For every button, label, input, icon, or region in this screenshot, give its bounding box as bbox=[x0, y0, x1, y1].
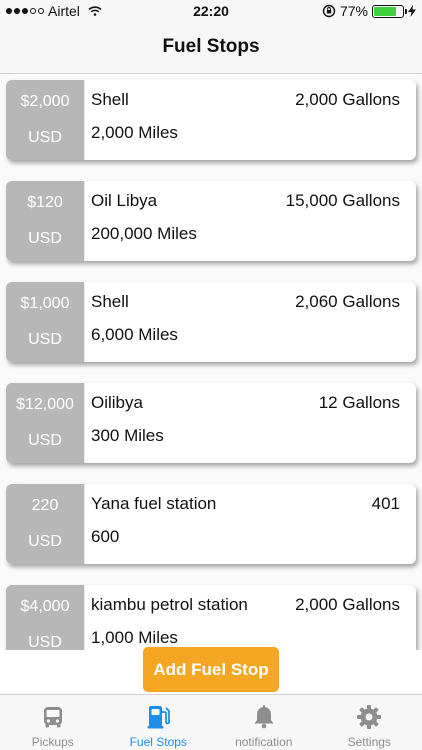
currency: USD bbox=[28, 432, 62, 449]
station-name: Shell bbox=[91, 90, 129, 109]
price: 220 bbox=[31, 497, 59, 514]
gallons: 2,060 Gallons bbox=[295, 292, 400, 311]
fuel-stop-card[interactable]: $12,000 USD Oilibya 12 Gallons 300 Miles bbox=[6, 383, 416, 463]
miles: 600 bbox=[91, 527, 120, 546]
gallons: 401 bbox=[371, 494, 400, 513]
gallons: 12 Gallons bbox=[318, 393, 400, 412]
battery-level bbox=[374, 6, 396, 16]
bell-icon bbox=[254, 705, 274, 729]
battery-icon bbox=[372, 4, 407, 18]
station-name: Shell bbox=[91, 292, 129, 311]
fuel-stop-card[interactable]: $4,000 USD kiambu petrol station 2,000 G… bbox=[6, 585, 416, 650]
rotation-lock-icon bbox=[322, 4, 336, 18]
price-box: 220 USD bbox=[6, 484, 84, 564]
fuel-stop-info: Shell 2,000 Gallons 2,000 Miles bbox=[84, 80, 416, 160]
station-name: kiambu petrol station bbox=[91, 595, 248, 614]
currency: USD bbox=[28, 331, 62, 348]
navigation-bar: Fuel Stops bbox=[0, 22, 422, 74]
gallons: 15,000 Gallons bbox=[285, 191, 400, 210]
price: $2,000 bbox=[20, 93, 70, 110]
station-name: Yana fuel station bbox=[91, 494, 217, 513]
miles: 6,000 Miles bbox=[91, 325, 178, 344]
tab-label: notification bbox=[235, 735, 293, 749]
battery-percent: 77% bbox=[339, 3, 368, 19]
fuel-stops-list[interactable]: $2,000 USD Shell 2,000 Gallons 2,000 Mil… bbox=[0, 75, 422, 650]
tab-settings[interactable]: Settings bbox=[317, 695, 422, 750]
fuel-stop-info: Yana fuel station 401 600 bbox=[84, 484, 416, 564]
bus-icon bbox=[43, 707, 62, 728]
fuel-stop-card[interactable]: $2,000 USD Shell 2,000 Gallons 2,000 Mil… bbox=[6, 80, 416, 160]
fuel-stop-info: kiambu petrol station 2,000 Gallons 1,00… bbox=[84, 585, 416, 650]
tab-notification[interactable]: notification bbox=[211, 695, 317, 750]
tab-bar: Pickups Fuel Stops notification Settings bbox=[0, 694, 422, 750]
miles: 300 Miles bbox=[91, 426, 164, 445]
station-name: Oil Libya bbox=[91, 191, 158, 210]
fuel-stop-card[interactable]: $1,000 USD Shell 2,060 Gallons 6,000 Mil… bbox=[6, 282, 416, 362]
price-box: $1,000 USD bbox=[6, 282, 84, 362]
price: $4,000 bbox=[20, 598, 70, 615]
price: $120 bbox=[27, 194, 63, 211]
price-box: $4,000 USD bbox=[6, 585, 84, 650]
miles: 2,000 Miles bbox=[91, 123, 178, 142]
charging-bolt-icon bbox=[408, 5, 416, 17]
price: $1,000 bbox=[20, 295, 70, 312]
status-right: 77% bbox=[322, 3, 416, 19]
price: $12,000 bbox=[16, 396, 74, 413]
fuel-stop-info: Oilibya 12 Gallons 300 Miles bbox=[84, 383, 416, 463]
tab-label: Pickups bbox=[31, 735, 74, 749]
gallons: 2,000 Gallons bbox=[295, 90, 400, 109]
currency: USD bbox=[28, 129, 62, 146]
gas-pump-icon bbox=[147, 706, 171, 729]
gear-icon bbox=[357, 705, 382, 729]
status-bar: Airtel 22:20 77% bbox=[0, 0, 422, 22]
add-fuel-stop-button[interactable]: Add Fuel Stop bbox=[143, 647, 279, 692]
page-title: Fuel Stops bbox=[162, 36, 260, 57]
fuel-stop-card[interactable]: $120 USD Oil Libya 15,000 Gallons 200,00… bbox=[6, 181, 416, 261]
tab-pickups[interactable]: Pickups bbox=[0, 695, 106, 750]
currency: USD bbox=[28, 634, 62, 650]
price-box: $120 USD bbox=[6, 181, 84, 261]
fuel-stop-info: Oil Libya 15,000 Gallons 200,000 Miles bbox=[84, 181, 416, 261]
currency: USD bbox=[28, 533, 62, 550]
miles: 200,000 Miles bbox=[91, 224, 197, 243]
currency: USD bbox=[28, 230, 62, 247]
miles: 1,000 Miles bbox=[91, 628, 178, 647]
gallons: 2,000 Gallons bbox=[295, 595, 400, 614]
station-name: Oilibya bbox=[91, 393, 143, 412]
price-box: $12,000 USD bbox=[6, 383, 84, 463]
fuel-stop-card[interactable]: 220 USD Yana fuel station 401 600 bbox=[6, 484, 416, 564]
fuel-stop-info: Shell 2,060 Gallons 6,000 Miles bbox=[84, 282, 416, 362]
tab-label: Settings bbox=[347, 735, 391, 749]
tab-label: Fuel Stops bbox=[129, 735, 187, 749]
tab-fuel-stops[interactable]: Fuel Stops bbox=[106, 695, 212, 750]
price-box: $2,000 USD bbox=[6, 80, 84, 160]
